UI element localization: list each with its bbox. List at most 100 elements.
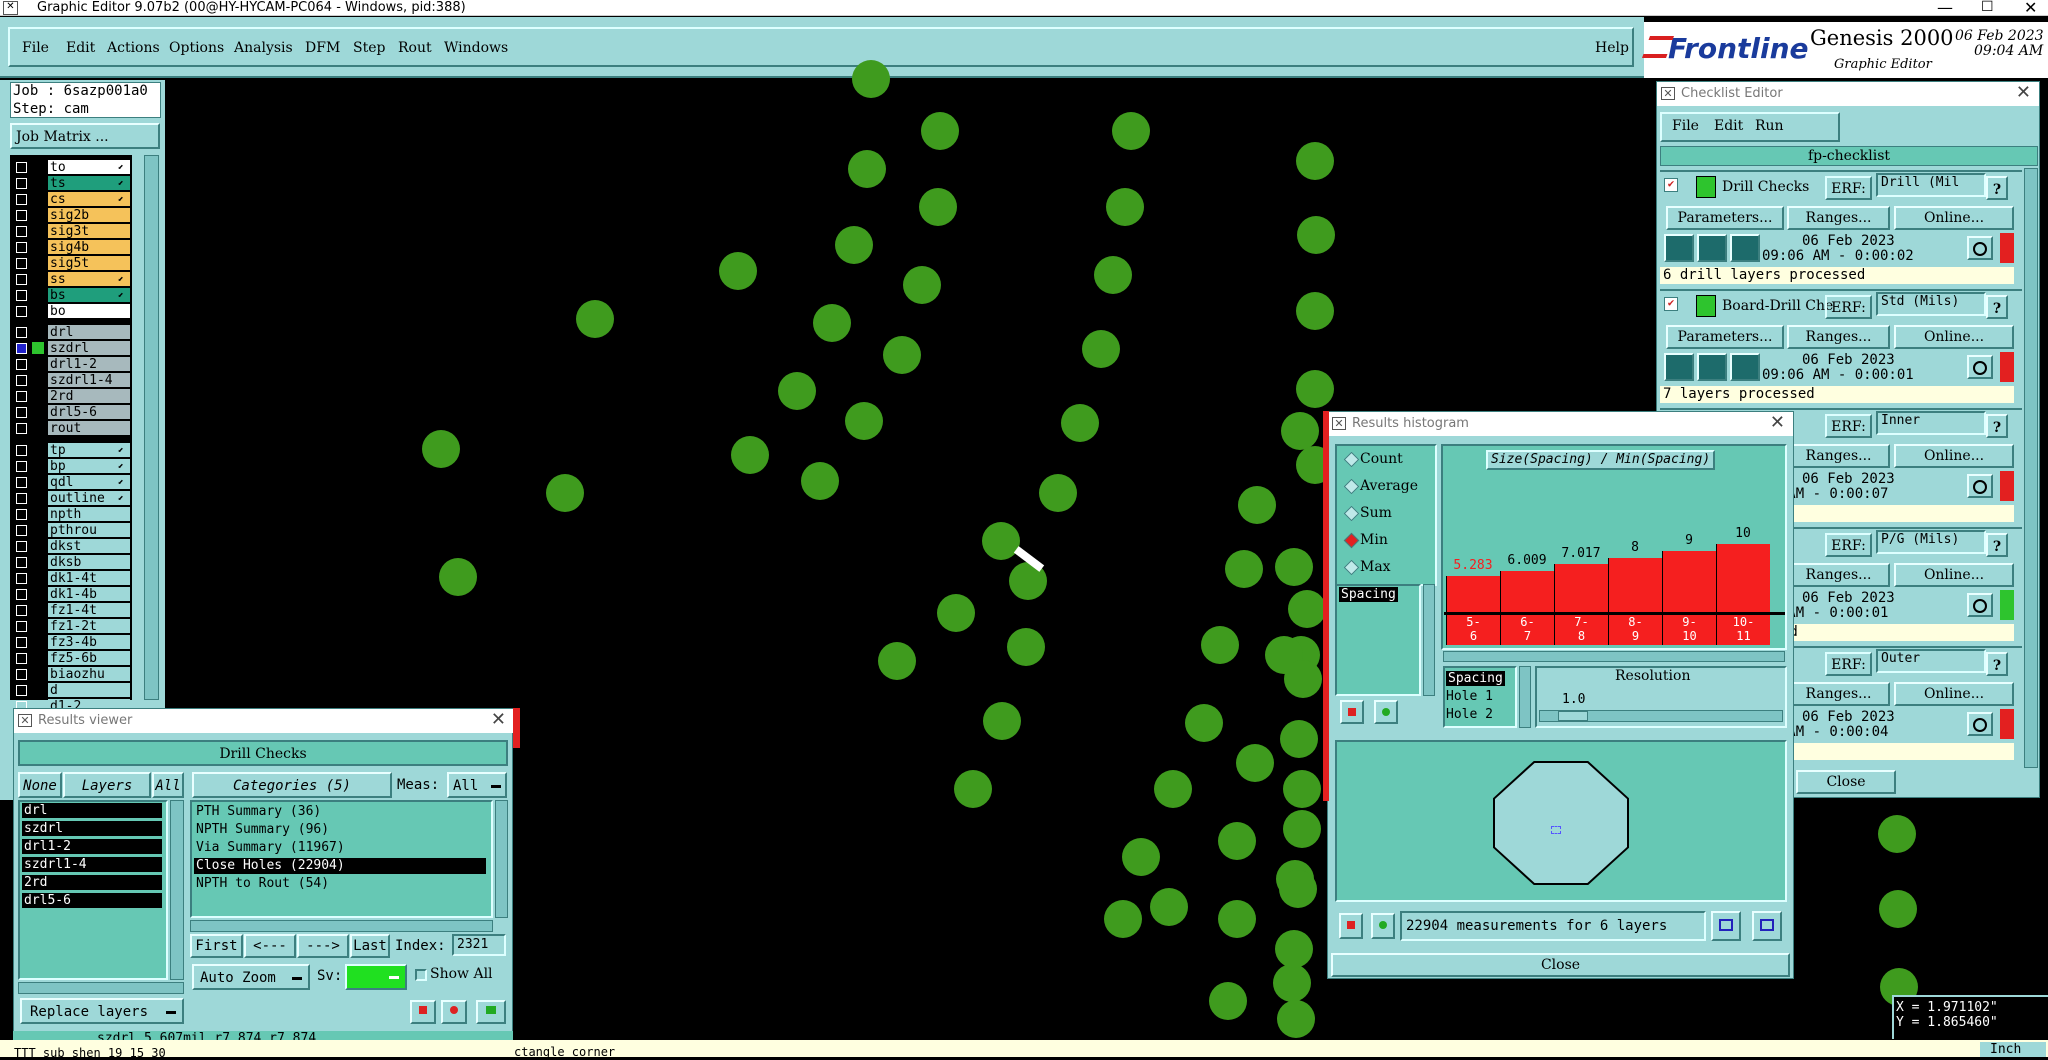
layer-row[interactable]: sig3t — [14, 224, 132, 239]
field-selected[interactable]: Spacing — [1339, 587, 1398, 602]
layer-checkbox[interactable] — [16, 375, 27, 386]
layer-row[interactable]: bp ⬋ — [14, 459, 132, 474]
meas-dropdown[interactable]: All — [447, 772, 507, 798]
category-item[interactable]: NPTH to Rout (54) — [194, 876, 486, 892]
layer-row[interactable]: npth — [14, 507, 132, 522]
online-button[interactable]: Online... — [1894, 444, 2014, 468]
checklist-menu-edit[interactable]: Edit — [1714, 118, 1743, 134]
zoom-results-button[interactable] — [1967, 236, 1993, 260]
layer-row[interactable]: qdl ⬋ — [14, 475, 132, 490]
check-help-button[interactable]: ? — [1986, 652, 2008, 676]
slider-handle[interactable] — [1558, 711, 1588, 721]
layer-row[interactable]: fz3-4b — [14, 635, 132, 650]
close-icon[interactable]: ✕ — [2016, 82, 2031, 104]
histogram-bar[interactable] — [1716, 544, 1770, 612]
layer-checkbox[interactable] — [16, 242, 27, 253]
run-action-icon[interactable] — [1730, 353, 1760, 381]
menu-step[interactable]: Step — [353, 40, 385, 56]
hist-field-hole2[interactable]: Hole 2 — [1446, 707, 1493, 722]
run-action-icon[interactable] — [1664, 234, 1694, 262]
layer-row[interactable]: sig2b — [14, 208, 132, 223]
layer-row[interactable]: cs ⬋ — [14, 192, 132, 207]
menu-file[interactable]: File — [22, 40, 49, 56]
layer-checkbox[interactable] — [16, 210, 27, 221]
layer-row[interactable]: szdrl1-4 — [14, 373, 132, 388]
parameters-button[interactable]: Parameters... — [1666, 325, 1784, 349]
category-item[interactable]: Via Summary (11967) — [194, 840, 486, 856]
maximize-icon[interactable]: ☐ — [1981, 0, 1994, 15]
next-button[interactable]: ---> — [297, 934, 349, 958]
layer-row[interactable]: sig4b — [14, 240, 132, 255]
layer-checkbox[interactable] — [16, 541, 27, 552]
layer-row[interactable]: tp ⬋ — [14, 443, 132, 458]
prev-button[interactable]: <--- — [244, 934, 296, 958]
layer-checkbox[interactable] — [16, 477, 27, 488]
layer-row[interactable]: rout — [14, 421, 132, 436]
layer-row[interactable]: bo — [14, 304, 132, 319]
zoom-results-button[interactable] — [1967, 712, 1993, 736]
close-icon[interactable]: ✕ — [1770, 412, 1785, 434]
results-tool-button-3[interactable] — [476, 1000, 506, 1024]
category-item[interactable]: Close Holes (22904) — [194, 858, 486, 874]
histogram-bar[interactable] — [1554, 564, 1608, 612]
mode-label[interactable]: Min — [1360, 532, 1388, 548]
layer-row[interactable]: drl — [14, 325, 132, 340]
layer-checkbox[interactable] — [16, 653, 27, 664]
histogram-bar[interactable] — [1608, 558, 1662, 612]
menu-dfm[interactable]: DFM — [305, 40, 340, 56]
parameters-button[interactable]: Parameters... — [1666, 206, 1784, 230]
layer-checkbox[interactable] — [16, 274, 27, 285]
histogram-bar[interactable] — [1500, 571, 1554, 612]
results-layer-item[interactable]: szdrl — [22, 821, 162, 836]
check-help-button[interactable]: ? — [1986, 176, 2008, 200]
histogram-bar[interactable] — [1446, 576, 1500, 612]
histogram-tool-button-3[interactable] — [1339, 913, 1363, 939]
check-enabled-checkbox[interactable]: ✔ — [1664, 297, 1678, 311]
layer-row[interactable]: biaozhu — [14, 667, 132, 682]
menu-rout[interactable]: Rout — [398, 40, 432, 56]
menu-options[interactable]: Options — [169, 40, 224, 56]
layer-checkbox[interactable] — [16, 621, 27, 632]
layer-checkbox[interactable] — [16, 669, 27, 680]
layer-checkbox[interactable] — [16, 178, 27, 189]
layer-row[interactable]: ss ⬋ — [14, 272, 132, 287]
first-button[interactable]: First — [190, 934, 243, 958]
erf-value[interactable]: Drill (Mil — [1876, 173, 1986, 197]
layer-checkbox[interactable] — [16, 423, 27, 434]
none-button[interactable]: None — [18, 772, 62, 798]
last-button[interactable]: Last — [350, 934, 390, 958]
ranges-button[interactable]: Ranges... — [1787, 206, 1890, 230]
resolution-slider[interactable] — [1539, 710, 1783, 722]
layer-checkbox[interactable] — [16, 391, 27, 402]
run-action-icon[interactable] — [1664, 353, 1694, 381]
checklist-menu-file[interactable]: File — [1672, 118, 1699, 134]
minimize-icon[interactable]: — — [1937, 0, 1953, 17]
replace-layers-dropdown[interactable]: Replace layers — [20, 998, 184, 1024]
layer-checkbox[interactable] — [16, 407, 27, 418]
menu-help[interactable]: Help — [1595, 40, 1629, 56]
mode-label[interactable]: Max — [1360, 559, 1391, 575]
auto-zoom-dropdown[interactable]: Auto Zoom — [192, 964, 310, 990]
layer-checkbox[interactable] — [16, 445, 27, 456]
category-item[interactable]: NPTH Summary (96) — [194, 822, 486, 838]
job-matrix-button[interactable]: Job Matrix ... — [10, 123, 160, 149]
online-button[interactable]: Online... — [1894, 563, 2014, 587]
zoom-results-button[interactable] — [1967, 474, 1993, 498]
layer-checkbox[interactable] — [16, 637, 27, 648]
layer-checkbox[interactable] — [16, 525, 27, 536]
layer-row[interactable]: drl1-2 — [14, 357, 132, 372]
layer-checkbox[interactable] — [16, 194, 27, 205]
layer-checkbox[interactable] — [16, 290, 27, 301]
sv-color-selector[interactable] — [345, 964, 407, 990]
unit-button[interactable]: Inch — [1980, 1042, 2046, 1057]
layer-row[interactable]: d — [14, 683, 132, 698]
layer-row[interactable]: szdrl — [14, 341, 132, 356]
online-button[interactable]: Online... — [1894, 206, 2014, 230]
zoom-results-button[interactable] — [1967, 593, 1993, 617]
run-action-icon[interactable] — [1697, 234, 1727, 262]
ranges-button[interactable]: Ranges... — [1787, 682, 1890, 706]
chart-hscroll[interactable] — [1443, 651, 1785, 662]
layer-checkbox[interactable] — [16, 343, 27, 354]
mode-label[interactable]: Count — [1360, 451, 1403, 467]
results-layer-item[interactable]: drl — [22, 803, 162, 818]
